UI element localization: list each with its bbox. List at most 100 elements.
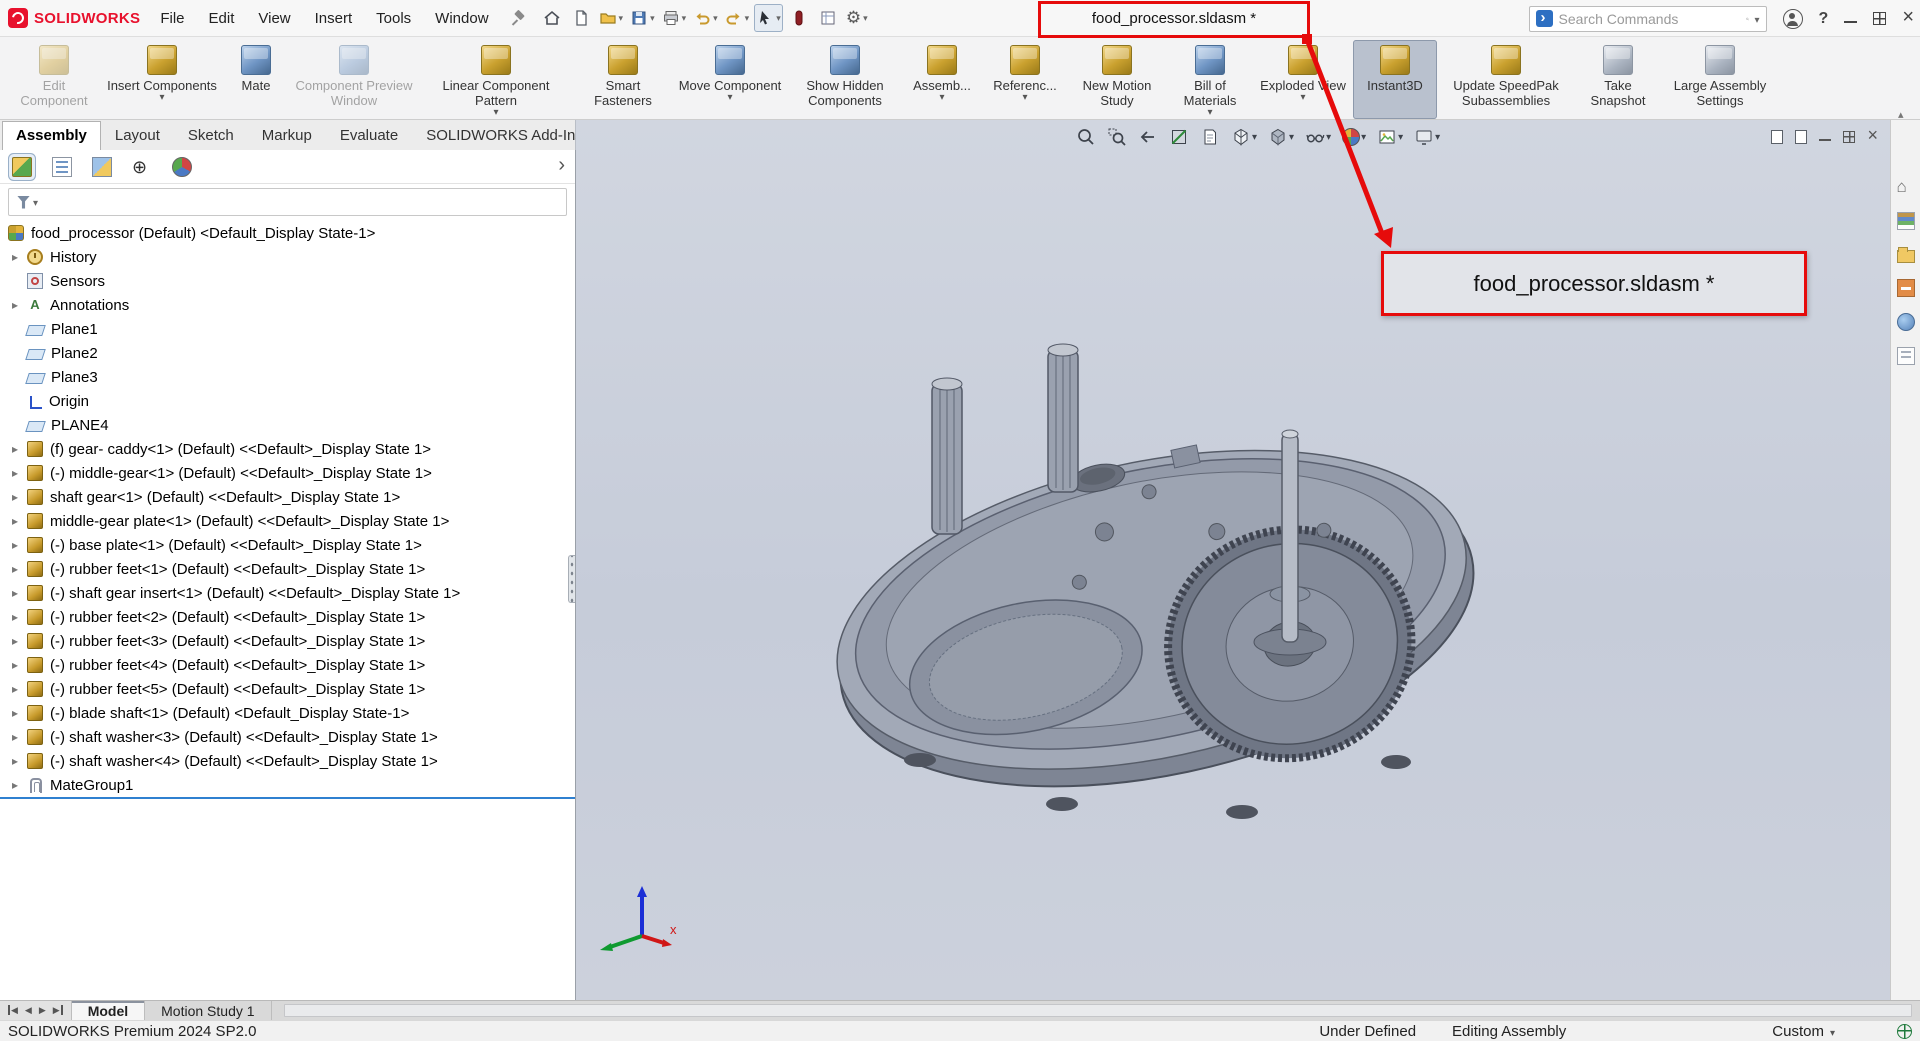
expand-arrow-icon[interactable] xyxy=(12,610,27,624)
insert-components-button[interactable]: Insert Components xyxy=(103,40,221,119)
view-settings-icon[interactable] xyxy=(1414,127,1440,147)
linear-component-pattern-button[interactable]: Linear Component Pattern xyxy=(420,40,572,119)
tab-evaluate[interactable]: Evaluate xyxy=(326,121,412,150)
property-manager-tab-icon[interactable] xyxy=(52,157,72,177)
redo-icon[interactable] xyxy=(723,4,752,32)
tab-markup[interactable]: Markup xyxy=(248,121,326,150)
expand-arrow-icon[interactable] xyxy=(12,754,27,768)
expand-arrow-icon[interactable] xyxy=(12,538,27,552)
filter-caret-icon[interactable] xyxy=(33,193,38,211)
edit-appearance-icon[interactable] xyxy=(1342,128,1366,146)
tab-assembly[interactable]: Assembly xyxy=(2,121,101,150)
search-icon[interactable] xyxy=(1746,12,1749,26)
search-scope-icon[interactable] xyxy=(1536,10,1553,27)
menu-view[interactable]: View xyxy=(246,3,302,34)
marketplace-icon[interactable] xyxy=(786,4,812,32)
expand-arrow-icon[interactable] xyxy=(12,778,27,792)
tree-item[interactable]: (-) shaft gear insert<1> (Default) <<Def… xyxy=(0,581,575,605)
menu-window[interactable]: Window xyxy=(423,3,500,34)
menu-edit[interactable]: Edit xyxy=(197,3,247,34)
reference-geometry-button[interactable]: Referenc... xyxy=(983,40,1067,119)
window-panes-icon[interactable] xyxy=(1873,12,1886,25)
apply-scene-icon[interactable] xyxy=(1377,127,1403,147)
expand-arrow-icon[interactable] xyxy=(12,442,27,456)
collapse-ribbon-icon[interactable] xyxy=(1898,105,1912,115)
gear-icon[interactable] xyxy=(844,4,870,32)
zoom-area-icon[interactable] xyxy=(1107,127,1127,147)
update-speedpak-button[interactable]: Update SpeedPak Subassemblies xyxy=(1440,40,1572,119)
help-icon[interactable] xyxy=(1819,10,1829,28)
expand-arrow-icon[interactable] xyxy=(12,490,27,504)
tree-item[interactable]: middle-gear plate<1> (Default) <<Default… xyxy=(0,509,575,533)
tab-strip-track[interactable] xyxy=(284,1004,1912,1017)
panel-expand-icon[interactable] xyxy=(558,154,565,177)
mate-button[interactable]: Mate xyxy=(224,40,288,119)
file-explorer-icon[interactable] xyxy=(1897,250,1915,263)
instant3d-button[interactable]: Instant3D xyxy=(1353,40,1437,119)
tree-item[interactable]: Annotations xyxy=(0,293,575,317)
zoom-fit-icon[interactable] xyxy=(1076,127,1096,147)
bill-of-materials-button[interactable]: Bill of Materials xyxy=(1167,40,1253,119)
tab-sketch[interactable]: Sketch xyxy=(174,121,248,150)
smart-fasteners-button[interactable]: Smart Fasteners xyxy=(575,40,671,119)
tab-model[interactable]: Model xyxy=(71,1001,145,1020)
tree-item[interactable]: PLANE4 xyxy=(0,413,575,437)
previous-tab-icon[interactable] xyxy=(25,1006,32,1015)
expand-arrow-icon[interactable] xyxy=(12,466,27,480)
tree-item[interactable]: History xyxy=(0,245,575,269)
tree-item[interactable]: Plane1 xyxy=(0,317,575,341)
doc-minimize-icon[interactable] xyxy=(1819,131,1831,143)
print-icon[interactable] xyxy=(660,4,689,32)
expand-arrow-icon[interactable] xyxy=(12,682,27,696)
tree-item[interactable]: (f) gear- caddy<1> (Default) <<Default>_… xyxy=(0,437,575,461)
toolbox-icon[interactable] xyxy=(1897,279,1915,297)
new-document-icon[interactable] xyxy=(568,4,594,32)
display-style-icon[interactable] xyxy=(1268,127,1294,147)
expand-arrow-icon[interactable] xyxy=(12,730,27,744)
last-tab-icon[interactable] xyxy=(53,1006,63,1015)
tree-item[interactable]: Origin xyxy=(0,389,575,413)
tree-item[interactable]: (-) rubber feet<4> (Default) <<Default>_… xyxy=(0,653,575,677)
exploded-view-button[interactable]: Exploded View xyxy=(1256,40,1350,119)
expand-arrow-icon[interactable] xyxy=(12,298,27,312)
minimize-icon[interactable] xyxy=(1844,12,1857,25)
save-icon[interactable] xyxy=(628,4,657,32)
tree-item[interactable]: (-) rubber feet<2> (Default) <<Default>_… xyxy=(0,605,575,629)
assembly-features-button[interactable]: Assemb... xyxy=(904,40,980,119)
search-commands-box[interactable] xyxy=(1529,6,1767,32)
tile-windows-icon[interactable] xyxy=(1795,130,1807,144)
new-motion-study-button[interactable]: New Motion Study xyxy=(1070,40,1164,119)
tree-item[interactable]: food_processor (Default) <Default_Displa… xyxy=(0,221,575,245)
expand-arrow-icon[interactable] xyxy=(12,706,27,720)
expand-arrow-icon[interactable] xyxy=(12,250,27,264)
feature-tree-tab-icon[interactable] xyxy=(12,157,32,177)
display-manager-tab-icon[interactable] xyxy=(172,157,192,177)
show-hidden-components-button[interactable]: Show Hidden Components xyxy=(789,40,901,119)
options-sheet-icon[interactable] xyxy=(815,4,841,32)
expand-arrow-icon[interactable] xyxy=(12,634,27,648)
new-window-icon[interactable] xyxy=(1771,130,1783,144)
tree-item[interactable]: Plane3 xyxy=(0,365,575,389)
search-caret-icon[interactable] xyxy=(1755,10,1760,28)
custom-properties-icon[interactable] xyxy=(1897,347,1915,365)
large-assembly-settings-button[interactable]: Large Assembly Settings xyxy=(1664,40,1776,119)
home-icon[interactable] xyxy=(539,4,565,32)
tab-layout[interactable]: Layout xyxy=(101,121,174,150)
hide-show-items-icon[interactable] xyxy=(1305,127,1331,147)
next-tab-icon[interactable] xyxy=(39,1006,46,1015)
assembly-3d-model[interactable] xyxy=(810,342,1490,842)
move-component-button[interactable]: Move Component xyxy=(674,40,786,119)
tree-item[interactable]: (-) middle-gear<1> (Default) <<Default>_… xyxy=(0,461,575,485)
panel-splitter-handle[interactable] xyxy=(568,555,575,603)
tree-item[interactable]: (-) shaft washer<3> (Default) <<Default>… xyxy=(0,725,575,749)
undo-icon[interactable] xyxy=(691,4,720,32)
tree-item[interactable]: (-) shaft washer<4> (Default) <<Default>… xyxy=(0,749,575,773)
menu-insert[interactable]: Insert xyxy=(303,3,365,34)
globe-icon[interactable] xyxy=(1897,1024,1912,1039)
expand-arrow-icon[interactable] xyxy=(12,658,27,672)
menu-tools[interactable]: Tools xyxy=(364,3,423,34)
tree-item[interactable]: (-) rubber feet<5> (Default) <<Default>_… xyxy=(0,677,575,701)
open-icon[interactable] xyxy=(597,4,626,32)
close-icon[interactable] xyxy=(1902,10,1914,28)
tree-item[interactable]: (-) rubber feet<3> (Default) <<Default>_… xyxy=(0,629,575,653)
